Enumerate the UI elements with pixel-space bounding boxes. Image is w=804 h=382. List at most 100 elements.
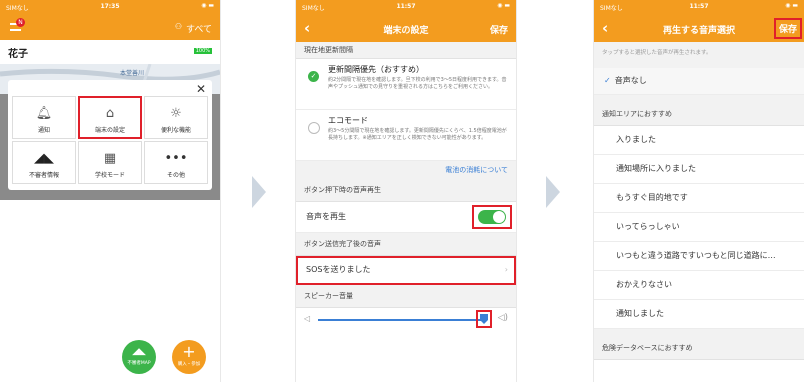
notification-badge: N xyxy=(16,18,25,27)
check-icon: ✓ xyxy=(604,76,611,85)
option-priority[interactable]: ✓ 更新間隔優先（おすすめ） 約2分間隔で現在地を確認します。旦下校の利用で3〜… xyxy=(296,59,516,110)
row-label: 音声を再生 xyxy=(306,212,346,221)
menu-dialog: ✕ 🔔︎ 通知 ⌂ 端末の設定 ☼ 便利な機能 ◢◣ 不審者情報 ▦ 学校モード ••• そ… xyxy=(8,80,212,190)
section-location: 現在地更新間隔 xyxy=(296,42,516,59)
menu-item-label: 学校モード xyxy=(94,172,125,179)
radio-icon xyxy=(308,122,320,134)
school-icon: ▦ xyxy=(103,151,117,166)
menu-item-suspicious[interactable]: ◢◣ 不審者情報 xyxy=(12,141,76,184)
hint-text: タップすると選択した音声が再生されます。 xyxy=(594,42,804,68)
voice-row[interactable]: 通知しました xyxy=(594,300,804,329)
row-label: 通知しました xyxy=(616,309,664,318)
clock: 11:57 xyxy=(689,3,709,10)
menu-item-school[interactable]: ▦ 学校モード xyxy=(78,141,142,184)
menu-item-other[interactable]: ••• その他 xyxy=(144,141,208,184)
volume-high-icon: ◁) xyxy=(497,313,508,323)
play-voice-toggle[interactable] xyxy=(472,205,512,229)
row-label: いつもと違う道路ですいつもと同じ道路に… xyxy=(616,251,776,260)
row-label: もうすぐ目的地です xyxy=(616,193,688,202)
save-button[interactable]: 保存 xyxy=(773,18,802,39)
voice-row[interactable]: もうすぐ目的地です xyxy=(594,184,804,213)
join-button[interactable]: + 購入・参加 xyxy=(172,340,206,374)
row-label: 通知場所に入りました xyxy=(616,164,696,173)
menu-grid: 🔔︎ 通知 ⌂ 端末の設定 ☼ 便利な機能 ◢◣ 不審者情報 ▦ 学校モード ••• その他 xyxy=(12,96,208,184)
battery-icon: ◉ ▬ xyxy=(201,2,214,9)
fab-label: 不審者MAP xyxy=(127,361,151,366)
menu-item-label: その他 xyxy=(166,172,185,179)
menu-item-label: 通知 xyxy=(37,127,50,134)
section-button-voice: ボタン押下時の音声再生 xyxy=(296,179,516,202)
section-after-send: ボタン送信完了後の音声 xyxy=(296,233,516,256)
option-description: 約3〜5分間隔で現在地を確認します。更新間隔優先にくらべ、1.5倍程度電池が長持… xyxy=(328,128,507,141)
battery-info-link[interactable]: 電池の消耗について xyxy=(296,161,516,179)
section-danger: 危険データベースにおすすめ xyxy=(594,329,804,360)
row-label: 音声なし xyxy=(614,76,647,85)
slider-knob xyxy=(480,314,488,324)
menu-item-label: 端末の設定 xyxy=(94,127,125,134)
phone-screen-device-settings: SIMなし 11:57 ◉ ▬ ‹ 端末の設定 保存 現在地更新間隔 ✓ 更新間… xyxy=(296,0,516,382)
section-speaker-volume: スピーカー音量 xyxy=(296,285,516,308)
group-icon[interactable]: ⚇ xyxy=(175,22,182,31)
bell-icon: 🔔︎ xyxy=(35,106,53,121)
filter-all-label[interactable]: すべて xyxy=(186,22,212,35)
app-header: N ⚇ すべて xyxy=(0,14,220,40)
row-label: 入りました xyxy=(616,135,656,144)
battery-level: 100% xyxy=(193,48,212,54)
sos-voice-row[interactable]: SOSを送りました › xyxy=(296,256,516,285)
map-place-label: 本堂善川 xyxy=(120,70,145,77)
sunglasses-icon: ◢◣ xyxy=(34,151,54,166)
toggle-knob xyxy=(493,211,505,223)
bulb-icon: ☼ xyxy=(170,106,182,121)
volume-slider-thumb[interactable] xyxy=(476,310,492,328)
page-title: 端末の設定 xyxy=(383,26,429,36)
clock: 11:57 xyxy=(396,3,416,10)
chevron-right-icon: › xyxy=(504,265,508,274)
voice-row[interactable]: いつもと違う道路ですいつもと同じ道路に… xyxy=(594,242,804,271)
nav-bar: ‹ 端末の設定 保存 xyxy=(296,14,516,42)
tag-icon: ⌂ xyxy=(105,106,115,121)
option-eco[interactable]: エコモード 約3〜5分間隔で現在地を確認します。更新間隔優先にくらべ、1.5倍程… xyxy=(296,110,516,161)
menu-item-label: 不審者情報 xyxy=(28,172,59,179)
phone-screen-home: SIMなし 17:35 ◉ ▬ N ⚇ すべて 花子 100% 本堂善川 ✕ 🔔… xyxy=(0,0,220,382)
clock: 17:35 xyxy=(100,3,120,10)
status-bar: SIMなし 11:57 ◉ ▬ xyxy=(296,0,516,14)
status-bar: SIMなし 17:35 ◉ ▬ xyxy=(0,0,220,14)
plus-icon: + xyxy=(182,342,196,361)
section-area: 通知エリアにおすすめ xyxy=(594,95,804,126)
save-button[interactable]: 保存 xyxy=(490,23,508,36)
menu-item-label: 便利な機能 xyxy=(160,127,191,134)
play-voice-row: 音声を再生 xyxy=(296,202,516,233)
suspicious-map-button[interactable]: ◢◣ 不審者MAP xyxy=(122,340,156,374)
nav-bar: ‹ 再生する音声選択 保存 xyxy=(594,14,804,42)
status-bar: SIMなし 11:57 ◉ ▬ xyxy=(594,0,804,14)
arrow-icon xyxy=(252,176,266,208)
battery-icon: ◉ ▬ xyxy=(785,2,798,9)
check-circle-icon: ✓ xyxy=(308,71,319,82)
fab-label: 購入・参加 xyxy=(177,362,201,367)
volume-slider-track[interactable] xyxy=(318,319,486,321)
option-title: エコモード xyxy=(328,116,368,125)
arrow-icon xyxy=(546,176,560,208)
more-icon: ••• xyxy=(164,151,188,166)
close-icon[interactable]: ✕ xyxy=(196,82,206,96)
row-label: いってらっしゃい xyxy=(616,222,680,231)
volume-low-icon: ◁ xyxy=(304,314,311,323)
battery-icon: ◉ ▬ xyxy=(497,2,510,9)
voice-row[interactable]: 入りました xyxy=(594,126,804,155)
row-label: SOSを送りました xyxy=(306,265,371,274)
option-title: 更新間隔優先（おすすめ） xyxy=(328,65,424,74)
menu-item-notification[interactable]: 🔔︎ 通知 xyxy=(12,96,76,139)
voice-row[interactable]: いってらっしゃい xyxy=(594,213,804,242)
menu-item-device-settings[interactable]: ⌂ 端末の設定 xyxy=(78,96,142,139)
voice-row[interactable]: おかえりなさい xyxy=(594,271,804,300)
row-label: おかえりなさい xyxy=(616,280,672,289)
sunglasses-icon: ◢◣ xyxy=(132,347,146,357)
profile-bar: 花子 100% xyxy=(0,40,220,62)
selected-voice-row[interactable]: ✓ 音声なし xyxy=(594,68,804,95)
child-name: 花子 xyxy=(8,49,28,60)
volume-row: ◁ ◁) xyxy=(296,308,516,348)
menu-item-useful[interactable]: ☼ 便利な機能 xyxy=(144,96,208,139)
option-description: 約2分間隔で現在地を確認します。旦下校の利用で3〜5日程度利用できます。音声やプ… xyxy=(328,77,507,90)
voice-row[interactable]: 通知場所に入りました xyxy=(594,155,804,184)
phone-screen-voice-select: SIMなし 11:57 ◉ ▬ ‹ 再生する音声選択 保存 タップすると選択した… xyxy=(594,0,804,382)
